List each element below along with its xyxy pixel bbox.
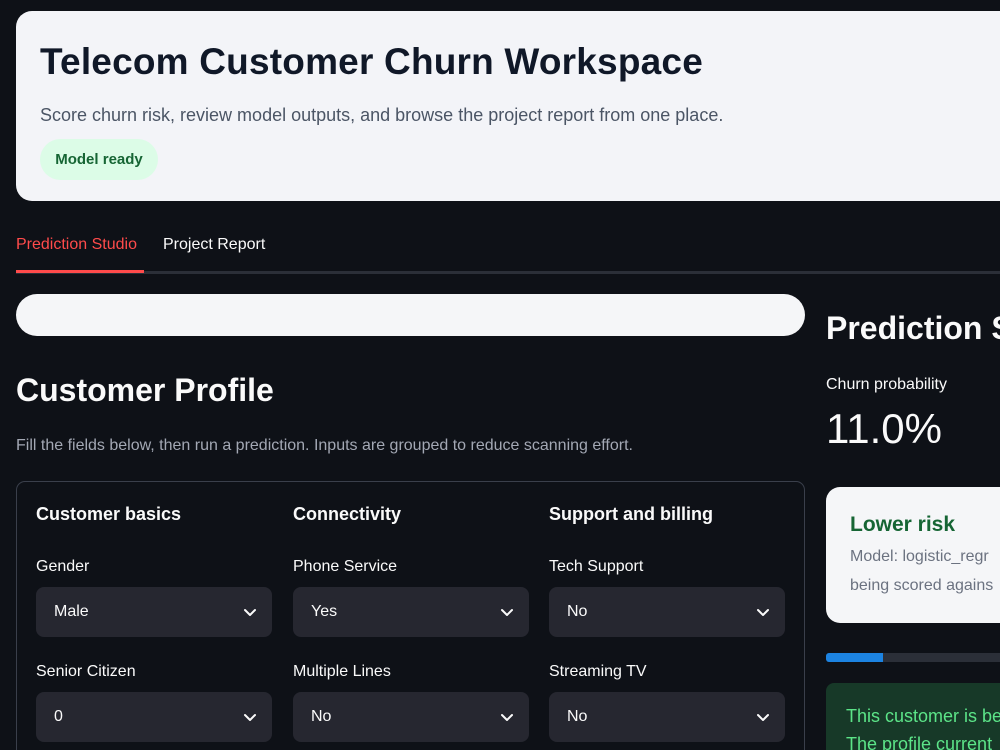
chevron-down-icon bbox=[757, 714, 769, 721]
chevron-down-icon bbox=[501, 714, 513, 721]
chevron-down-icon bbox=[757, 609, 769, 616]
gender-select[interactable]: Male bbox=[36, 587, 272, 637]
prediction-message-box: This customer is be The profile current bbox=[826, 683, 1000, 750]
churn-progress-fill bbox=[826, 653, 884, 662]
senior-citizen-select-value: 0 bbox=[54, 708, 63, 725]
app-title: Telecom Customer Churn Workspace bbox=[40, 41, 703, 82]
risk-model-text: Model: logistic_regr bbox=[850, 548, 989, 565]
prediction-message-line-2: The profile current bbox=[846, 734, 993, 750]
prediction-message-line-1: This customer is be bbox=[846, 706, 1000, 726]
tech-support-select[interactable]: No bbox=[549, 587, 785, 637]
field-label-streaming-tv: Streaming TV bbox=[549, 663, 647, 680]
multiple-lines-select-value: No bbox=[311, 708, 332, 725]
field-label-multiple-lines: Multiple Lines bbox=[293, 663, 391, 680]
tab-bar: Prediction Studio Project Report bbox=[16, 226, 1000, 274]
gender-select-value: Male bbox=[54, 603, 89, 620]
multiple-lines-select[interactable]: No bbox=[293, 692, 529, 742]
prediction-title: Prediction S bbox=[826, 310, 1000, 346]
churn-progress-bar bbox=[826, 653, 1000, 662]
group-title-customer-basics: Customer basics bbox=[36, 504, 182, 524]
group-title-connectivity: Connectivity bbox=[293, 504, 402, 524]
churn-probability-label: Churn probability bbox=[826, 376, 947, 393]
profile-title: Customer Profile bbox=[16, 372, 274, 408]
phone-service-select[interactable]: Yes bbox=[293, 587, 529, 637]
top-input-bar[interactable] bbox=[16, 294, 805, 336]
tab-prediction-studio[interactable]: Prediction Studio bbox=[16, 236, 137, 254]
tech-support-select-value: No bbox=[567, 603, 588, 620]
streaming-tv-select[interactable]: No bbox=[549, 692, 785, 742]
app-subtitle: Score churn risk, review model outputs, … bbox=[40, 105, 724, 125]
status-badge: Model ready bbox=[40, 139, 158, 180]
risk-level-title: Lower risk bbox=[850, 513, 956, 536]
senior-citizen-select[interactable]: 0 bbox=[36, 692, 272, 742]
active-tab-indicator bbox=[16, 270, 144, 273]
risk-detail-text: being scored agains bbox=[850, 577, 994, 594]
app-page: Telecom Customer Churn Workspace Score c… bbox=[0, 0, 1000, 750]
churn-probability-value: 11.0% bbox=[826, 405, 942, 452]
profile-caption: Fill the fields below, then run a predic… bbox=[16, 437, 633, 454]
field-label-tech-support: Tech Support bbox=[549, 558, 644, 575]
header-card: Telecom Customer Churn Workspace Score c… bbox=[16, 11, 1000, 201]
field-label-phone-service: Phone Service bbox=[293, 558, 398, 575]
streaming-tv-select-value: No bbox=[567, 708, 588, 725]
group-title-support-billing: Support and billing bbox=[549, 504, 713, 524]
chevron-down-icon bbox=[244, 609, 256, 616]
phone-service-select-value: Yes bbox=[311, 603, 338, 620]
profile-form-card: Customer basics Gender Male Senior Citiz… bbox=[16, 481, 805, 750]
field-label-senior-citizen: Senior Citizen bbox=[36, 663, 136, 680]
risk-card: Lower risk Model: logistic_regr being sc… bbox=[826, 487, 1000, 623]
chevron-down-icon bbox=[244, 714, 256, 721]
tab-project-report[interactable]: Project Report bbox=[163, 236, 265, 254]
field-label-gender: Gender bbox=[36, 558, 90, 575]
chevron-down-icon bbox=[501, 609, 513, 616]
